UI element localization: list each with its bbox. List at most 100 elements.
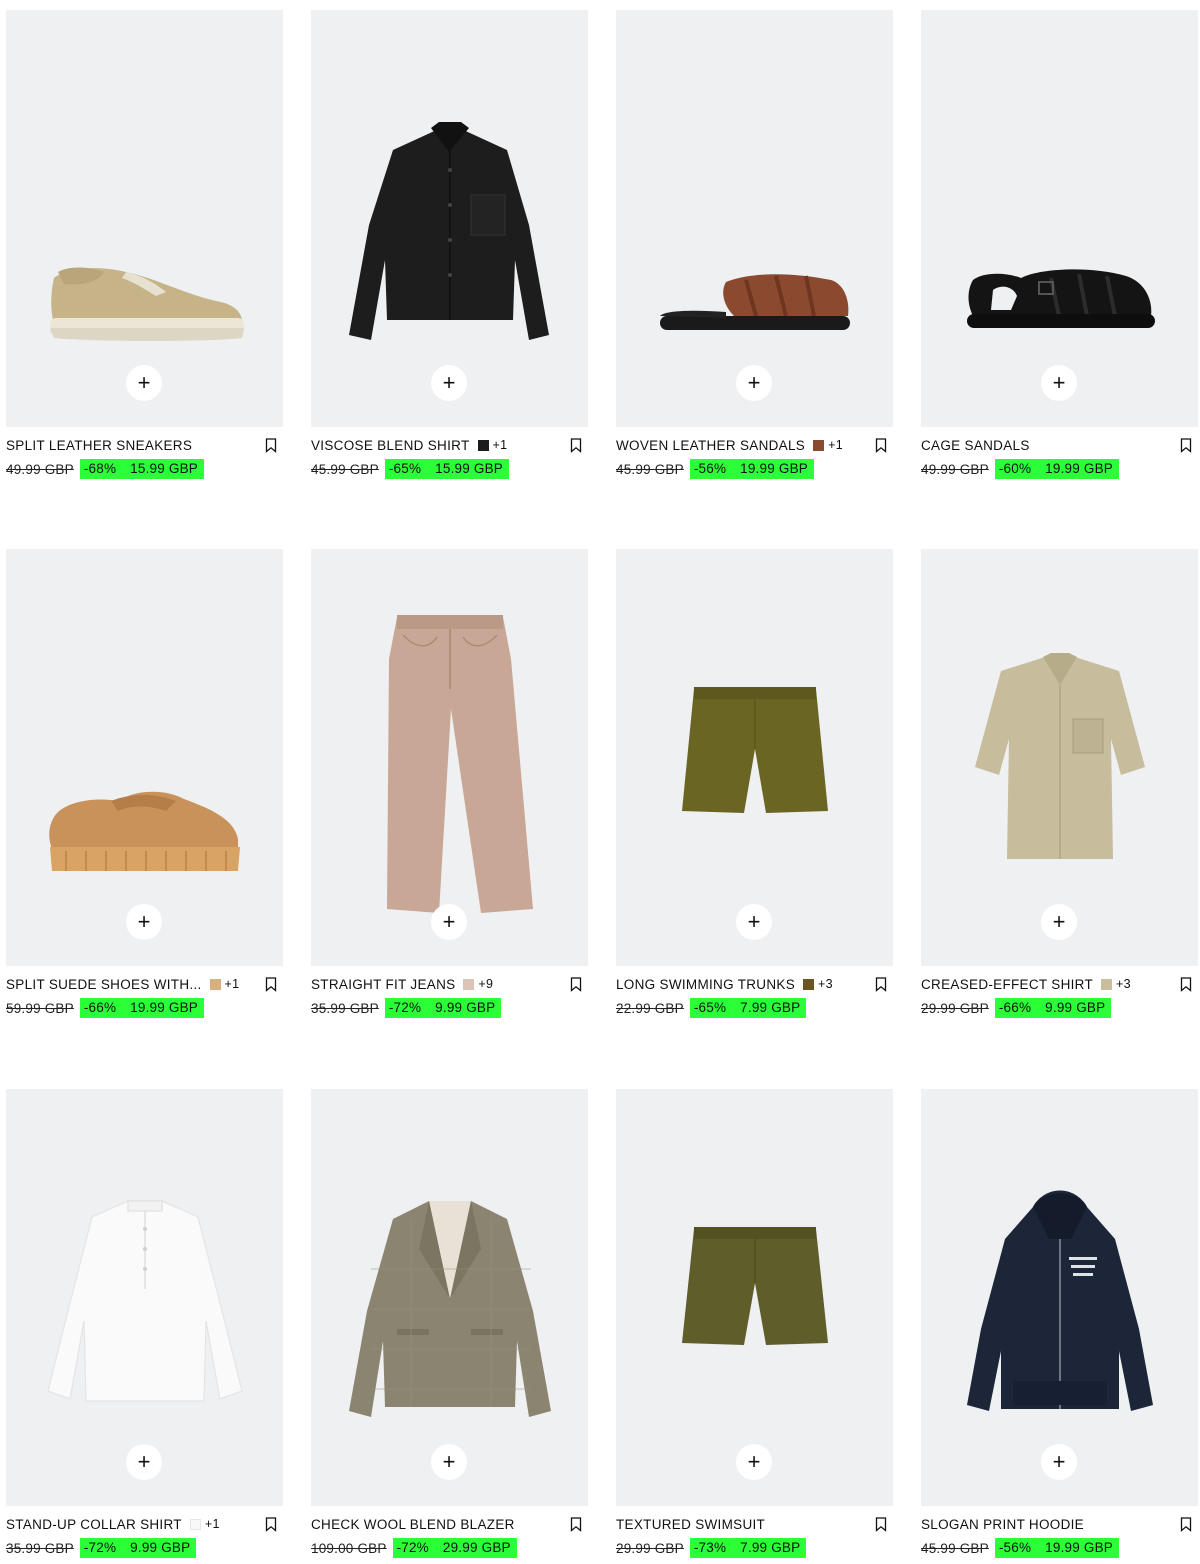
color-swatch[interactable] (1101, 978, 1113, 990)
product-name[interactable]: LONG SWIMMING TRUNKS (616, 977, 795, 992)
sale-price: 7.99 GBP (740, 1000, 801, 1015)
bookmark-icon[interactable] (1180, 438, 1192, 453)
bookmark-icon[interactable] (265, 977, 277, 992)
product-name[interactable]: SPLIT SUEDE SHOES WITH... (6, 977, 202, 992)
product-grid: + SPLIT LEATHER SNEAKERS 49.99 GBP -68% … (0, 0, 1200, 1564)
sale-badge: -66% 19.99 GBP (79, 998, 205, 1018)
more-colors-count[interactable]: +1 (225, 977, 240, 991)
more-colors-count[interactable]: +9 (478, 977, 493, 991)
sale-badge: -56% 19.99 GBP (689, 459, 815, 479)
product-name[interactable]: TEXTURED SWIMSUIT (616, 1517, 765, 1532)
color-swatch[interactable] (803, 978, 815, 990)
product-image[interactable]: + (6, 549, 283, 966)
original-price: 35.99 GBP (311, 1000, 379, 1016)
product-image[interactable]: + (616, 1089, 893, 1506)
bookmark-icon[interactable] (265, 1517, 277, 1532)
color-swatch[interactable] (189, 1518, 201, 1530)
discount-percent: -72% (83, 1540, 117, 1555)
more-colors-count[interactable]: +1 (205, 1517, 220, 1531)
discount-percent: -56% (998, 1540, 1032, 1555)
discount-percent: -60% (998, 461, 1032, 476)
product-image[interactable]: + (616, 549, 893, 966)
add-to-cart-button[interactable]: + (736, 365, 772, 401)
product-image[interactable]: + (6, 1089, 283, 1506)
product-name[interactable]: STRAIGHT FIT JEANS (311, 977, 455, 992)
more-colors-count[interactable]: +1 (493, 438, 508, 452)
add-to-cart-button[interactable]: + (1041, 1444, 1077, 1480)
product-image[interactable]: + (6, 10, 283, 427)
product-name[interactable]: SPLIT LEATHER SNEAKERS (6, 438, 192, 453)
product-name[interactable]: WOVEN LEATHER SANDALS (616, 438, 805, 453)
product-image[interactable]: + (311, 1089, 588, 1506)
sale-price: 15.99 GBP (130, 461, 199, 476)
bookmark-icon[interactable] (875, 438, 887, 453)
sale-price: 9.99 GBP (1045, 1000, 1106, 1015)
original-price: 109.00 GBP (311, 1540, 387, 1556)
bookmark-icon[interactable] (570, 977, 582, 992)
discount-percent: -72% (388, 1000, 422, 1015)
product-image[interactable]: + (921, 1089, 1198, 1506)
sale-badge: -65% 7.99 GBP (689, 998, 807, 1018)
discount-percent: -73% (693, 1540, 727, 1555)
color-swatch[interactable] (813, 439, 825, 451)
product-name[interactable]: STAND-UP COLLAR SHIRT (6, 1517, 182, 1532)
bookmark-icon[interactable] (1180, 1517, 1192, 1532)
bookmark-icon[interactable] (265, 438, 277, 453)
discount-percent: -66% (998, 1000, 1032, 1015)
product-image[interactable]: + (311, 549, 588, 966)
sale-price: 9.99 GBP (130, 1540, 191, 1555)
product-name[interactable]: SLOGAN PRINT HOODIE (921, 1517, 1084, 1532)
sale-price: 9.99 GBP (435, 1000, 496, 1015)
product-image[interactable]: + (311, 10, 588, 427)
add-to-cart-button[interactable]: + (736, 904, 772, 940)
add-to-cart-button[interactable]: + (1041, 365, 1077, 401)
more-colors-count[interactable]: +1 (828, 438, 843, 452)
bookmark-icon[interactable] (570, 438, 582, 453)
product-image[interactable]: + (921, 10, 1198, 427)
product-name[interactable]: VISCOSE BLEND SHIRT (311, 438, 470, 453)
sale-badge: -56% 19.99 GBP (994, 1538, 1120, 1558)
original-price: 45.99 GBP (616, 461, 684, 477)
discount-percent: -66% (83, 1000, 117, 1015)
product-image[interactable]: + (616, 10, 893, 427)
add-to-cart-button[interactable]: + (126, 365, 162, 401)
product-name[interactable]: CHECK WOOL BLEND BLAZER (311, 1517, 515, 1532)
sale-badge: -65% 15.99 GBP (384, 459, 510, 479)
add-to-cart-button[interactable]: + (431, 904, 467, 940)
more-colors-count[interactable]: +3 (818, 977, 833, 991)
sale-badge: -73% 7.99 GBP (689, 1538, 807, 1558)
add-to-cart-button[interactable]: + (431, 1444, 467, 1480)
product-name[interactable]: CAGE SANDALS (921, 438, 1030, 453)
color-swatch[interactable] (477, 439, 489, 451)
original-price: 45.99 GBP (311, 461, 379, 477)
sale-badge: -60% 19.99 GBP (994, 459, 1120, 479)
add-to-cart-button[interactable]: + (126, 1444, 162, 1480)
sale-price: 7.99 GBP (740, 1540, 801, 1555)
sale-badge: -72% 9.99 GBP (384, 998, 502, 1018)
bookmark-icon[interactable] (1180, 977, 1192, 992)
original-price: 49.99 GBP (921, 461, 989, 477)
discount-percent: -68% (83, 461, 117, 476)
sale-badge: -66% 9.99 GBP (994, 998, 1112, 1018)
sale-price: 15.99 GBP (435, 461, 504, 476)
sale-price: 19.99 GBP (1045, 461, 1114, 476)
add-to-cart-button[interactable]: + (736, 1444, 772, 1480)
sale-badge: -72% 29.99 GBP (392, 1538, 517, 1558)
more-colors-count[interactable]: +3 (1116, 977, 1131, 991)
add-to-cart-button[interactable]: + (126, 904, 162, 940)
original-price: 35.99 GBP (6, 1540, 74, 1556)
color-swatch[interactable] (463, 978, 475, 990)
color-swatch[interactable] (209, 978, 221, 990)
discount-percent: -56% (693, 461, 727, 476)
add-to-cart-button[interactable]: + (431, 365, 467, 401)
bookmark-icon[interactable] (875, 977, 887, 992)
sale-price: 19.99 GBP (130, 1000, 199, 1015)
bookmark-icon[interactable] (570, 1517, 582, 1532)
bookmark-icon[interactable] (875, 1517, 887, 1532)
original-price: 45.99 GBP (921, 1540, 989, 1556)
product-name[interactable]: CREASED-EFFECT SHIRT (921, 977, 1093, 992)
discount-percent: -72% (396, 1540, 429, 1555)
product-image[interactable]: + (921, 549, 1198, 966)
sale-price: 19.99 GBP (1045, 1540, 1114, 1555)
add-to-cart-button[interactable]: + (1041, 904, 1077, 940)
